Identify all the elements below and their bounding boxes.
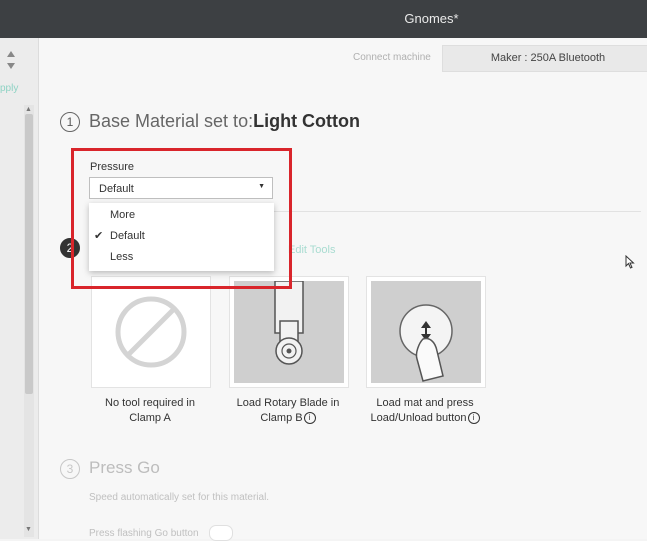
tool-card-clamp-a — [91, 276, 211, 388]
tool-label-line: Clamp A — [129, 412, 171, 424]
tool-label-line: Load Rotary Blade in — [236, 397, 340, 409]
base-material-name: Light Cotton — [253, 111, 361, 131]
tool-label-line: Load mat and press — [376, 397, 474, 409]
info-icon[interactable]: i — [303, 412, 316, 425]
left-panel: pply ▲ ▼ — [0, 38, 39, 539]
annotation-highlight-box — [71, 148, 292, 289]
scroll-down-icon[interactable]: ▼ — [25, 526, 32, 533]
load-unload-button-icon — [399, 304, 453, 382]
step-3-number: 3 — [60, 459, 80, 479]
title-bar: Gnomes* — [0, 0, 647, 38]
step-1-number: 1 — [60, 112, 80, 132]
tool-label-line: Load/Unload button i — [360, 411, 490, 426]
connect-machine-label: Connect machine — [353, 52, 431, 63]
no-tool-icon — [115, 296, 187, 368]
tool-label-clamp-a: No tool required in Clamp A — [85, 396, 215, 426]
tool-card-clamp-b — [229, 276, 349, 388]
mouse-cursor-icon — [625, 255, 635, 269]
tool-label-load-mat: Load mat and press Load/Unload button i — [360, 396, 490, 426]
tool-label-text: Clamp B — [260, 412, 303, 424]
step-1-prefix: Base Material set to: — [89, 111, 254, 131]
info-icon[interactable]: i — [467, 412, 480, 425]
scroll-up-icon[interactable]: ▲ — [25, 106, 32, 113]
tool-label-text: Load/Unload button — [370, 412, 467, 424]
step-3-subtitle: Speed automatically set for this materia… — [89, 492, 270, 503]
scrollbar-thumb[interactable] — [25, 114, 33, 394]
tool-label-clamp-b: Load Rotary Blade in Clamp Bi — [223, 396, 353, 426]
tool-label-line: Clamp Bi — [223, 411, 353, 426]
step-3-instruction: Press flashing Go button — [89, 528, 199, 539]
machine-select-button[interactable]: Maker : 250A Bluetooth — [442, 45, 647, 72]
number-stepper[interactable] — [5, 47, 17, 73]
window-title: Gnomes* — [404, 11, 459, 26]
step-3-title: Press Go — [89, 458, 160, 477]
rotary-blade-icon — [274, 280, 304, 365]
step-1-title: Base Material set to:Light Cotton — [89, 111, 360, 132]
apply-link[interactable]: pply — [0, 83, 18, 94]
tool-card-load-mat — [366, 276, 486, 388]
tool-label-line: No tool required in — [105, 397, 195, 409]
edit-tools-link[interactable]: Edit Tools — [288, 244, 336, 256]
